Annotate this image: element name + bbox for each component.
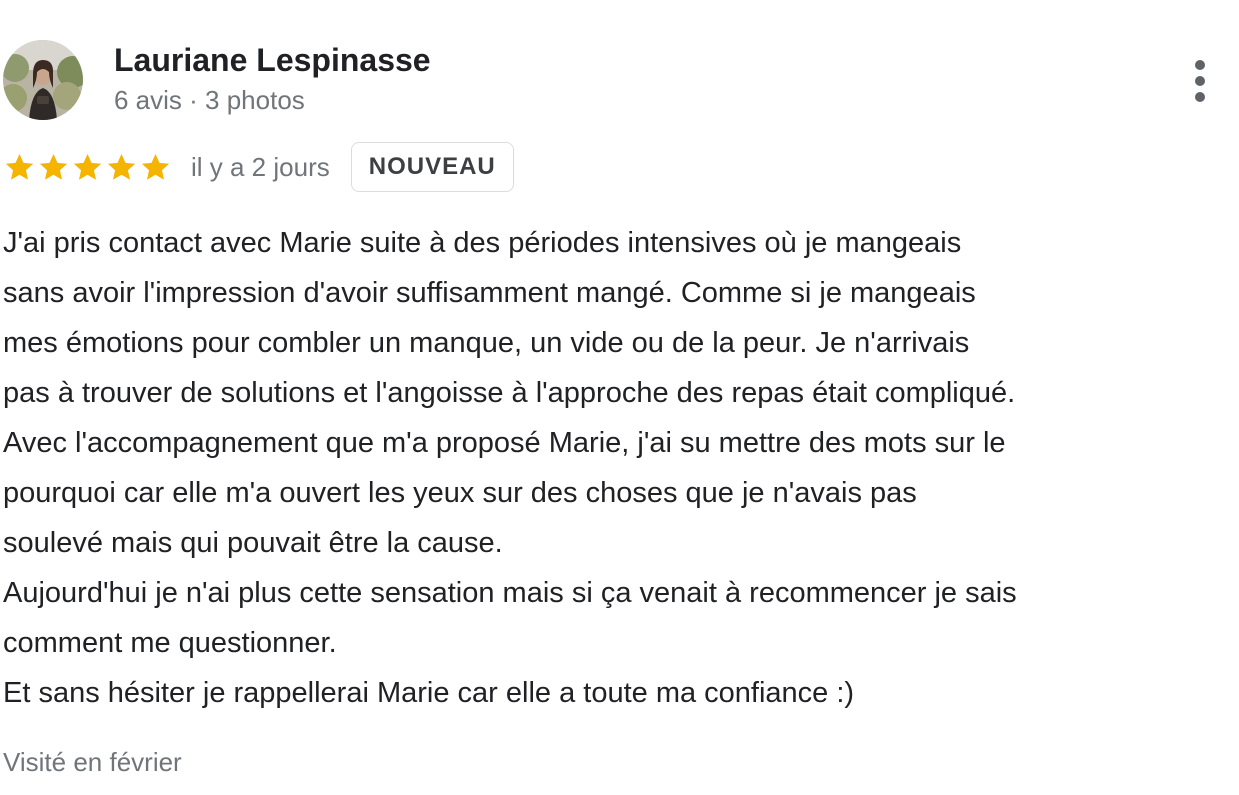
star-icon: [107, 153, 136, 180]
rating-row: il y a 2 jours NOUVEAU: [3, 142, 514, 192]
review-text-line: J'ai pris contact avec Marie suite à des…: [3, 227, 962, 259]
review-card: Lauriane Lespinasse 6 avis · 3 photos il…: [0, 0, 1239, 795]
profile-photo-icon: [3, 40, 83, 120]
review-text-line: comment me questionner.: [3, 627, 337, 659]
review-text-line: Et sans hésiter je rappellerai Marie car…: [3, 677, 855, 709]
visit-date: Visité en février: [3, 747, 182, 777]
more-options-button[interactable]: [1180, 56, 1220, 106]
review-text-line: mes émotions pour combler un manque, un …: [3, 327, 970, 359]
review-text-line: sans avoir l'impression d'avoir suffisam…: [3, 277, 976, 309]
review-text-line: soulevé mais qui pouvait être la cause.: [3, 527, 503, 559]
star-icon: [5, 153, 34, 180]
star-icon: [73, 153, 102, 180]
review-text-line: pas à trouver de solutions et l'angoisse…: [3, 377, 1016, 409]
review-time: il y a 2 jours: [191, 151, 330, 182]
review-text: J'ai pris contact avec Marie suite à des…: [3, 218, 1239, 718]
star-icon: [141, 153, 170, 180]
author-name[interactable]: Lauriane Lespinasse: [114, 40, 431, 80]
review-text-line: Aujourd'hui je n'ai plus cette sensation…: [3, 577, 1017, 609]
author-avatar[interactable]: [3, 40, 83, 120]
new-badge: NOUVEAU: [350, 142, 514, 192]
star-icon: [39, 153, 68, 180]
star-rating: [3, 151, 173, 184]
review-text-line: Avec l'accompagnement que m'a proposé Ma…: [3, 427, 1006, 459]
review-text-line: pourquoi car elle m'a ouvert les yeux su…: [3, 477, 917, 509]
author-meta: 6 avis · 3 photos: [114, 85, 305, 115]
